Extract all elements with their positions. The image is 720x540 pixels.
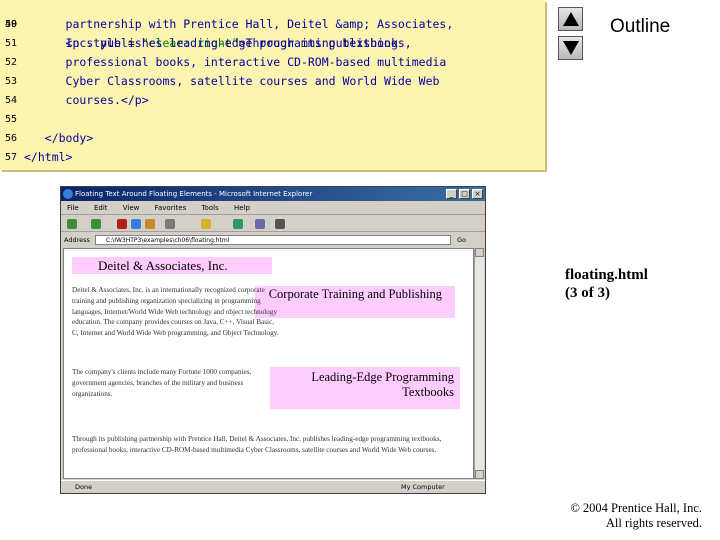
code-line: 49 <p style = "clear: right">Through its… xyxy=(0,0,545,50)
menu-edit[interactable]: Edit xyxy=(94,204,108,212)
menu-help[interactable]: Help xyxy=(234,204,250,212)
code-line: 56 </body> xyxy=(5,131,94,145)
code-line: 54 courses.</p> xyxy=(5,93,149,107)
refresh-icon[interactable] xyxy=(131,219,141,229)
browser-titlebar: Floating Text Around Floating Elements -… xyxy=(61,187,485,201)
favorites-icon[interactable] xyxy=(201,219,211,229)
caption-page: (3 of 3) xyxy=(565,285,610,301)
status-bar: Done My Computer xyxy=(61,480,485,493)
browser-window: Floating Text Around Floating Elements -… xyxy=(60,186,486,494)
code-line: 51 Inc. publishes leading-edge programmi… xyxy=(5,36,412,50)
slide-caption: floating.html (3 of 3) xyxy=(565,266,715,302)
page-viewport: Deitel & Associates, Inc. Corporate Trai… xyxy=(63,248,474,479)
paragraph-clients: The company's clients include many Fortu… xyxy=(72,368,252,398)
security-zone: My Computer xyxy=(401,483,445,491)
forward-icon[interactable] xyxy=(91,219,101,229)
address-label: Address xyxy=(64,236,90,244)
code-line: 55 xyxy=(5,114,18,125)
back-icon[interactable] xyxy=(67,219,77,229)
next-slide-button[interactable] xyxy=(558,36,583,60)
menu-file[interactable]: File xyxy=(67,204,79,212)
close-button[interactable]: × xyxy=(472,189,483,199)
triangle-up-icon xyxy=(562,12,579,26)
previous-slide-button[interactable] xyxy=(558,7,583,31)
copyright-text: © 2004 Prentice Hall, Inc. xyxy=(570,501,702,515)
code-line: 50 partnership with Prentice Hall, Deite… xyxy=(5,17,454,31)
copyright-footer: © 2004 Prentice Hall, Inc. All rights re… xyxy=(570,501,702,531)
triangle-down-icon xyxy=(562,41,579,55)
rights-text: All rights reserved. xyxy=(605,516,702,530)
scroll-up-arrow[interactable] xyxy=(475,248,484,257)
history-icon[interactable] xyxy=(233,219,243,229)
outline-link[interactable]: Outline xyxy=(610,16,670,38)
menu-tools[interactable]: Tools xyxy=(201,204,218,212)
menu-bar: File Edit View Favorites Tools Help xyxy=(61,202,485,215)
status-text: Done xyxy=(75,483,93,491)
code-line: 52 professional books, interactive CD-RO… xyxy=(5,55,447,69)
minimize-button[interactable]: _ xyxy=(446,189,457,199)
window-title: Floating Text Around Floating Elements -… xyxy=(75,190,313,198)
code-line: 57 </html> xyxy=(5,150,73,164)
go-button[interactable]: Go xyxy=(457,235,466,245)
address-bar: Address C:\IW3HTP3\examples\ch06\floatin… xyxy=(61,233,485,247)
ie-logo-icon xyxy=(63,189,73,199)
menu-favorites[interactable]: Favorites xyxy=(155,204,187,212)
home-icon[interactable] xyxy=(145,219,155,229)
code-line: 53 Cyber Classrooms, satellite courses a… xyxy=(5,74,440,88)
menu-view[interactable]: View xyxy=(123,204,140,212)
code-listing: 49 <p style = "clear: right">Through its… xyxy=(0,0,545,170)
maximize-button[interactable]: □ xyxy=(459,189,470,199)
print-icon[interactable] xyxy=(275,219,285,229)
scroll-down-arrow[interactable] xyxy=(475,470,484,479)
caption-filename: floating.html xyxy=(565,267,648,283)
float-box-textbooks: Leading-Edge Programming Textbooks xyxy=(270,367,460,409)
search-icon[interactable] xyxy=(165,219,175,229)
paragraph-intro: Deitel & Associates, Inc. is an internat… xyxy=(72,286,279,338)
address-input[interactable]: C:\IW3HTP3\examples\ch06\floating.html xyxy=(95,235,451,245)
vertical-scrollbar[interactable] xyxy=(474,248,484,479)
browser-toolbar xyxy=(61,216,485,232)
paragraph-publishing: Through its publishing partnership with … xyxy=(72,435,442,454)
stop-icon[interactable] xyxy=(117,219,127,229)
mail-icon[interactable] xyxy=(255,219,265,229)
page-heading: Deitel & Associates, Inc. xyxy=(72,257,272,274)
